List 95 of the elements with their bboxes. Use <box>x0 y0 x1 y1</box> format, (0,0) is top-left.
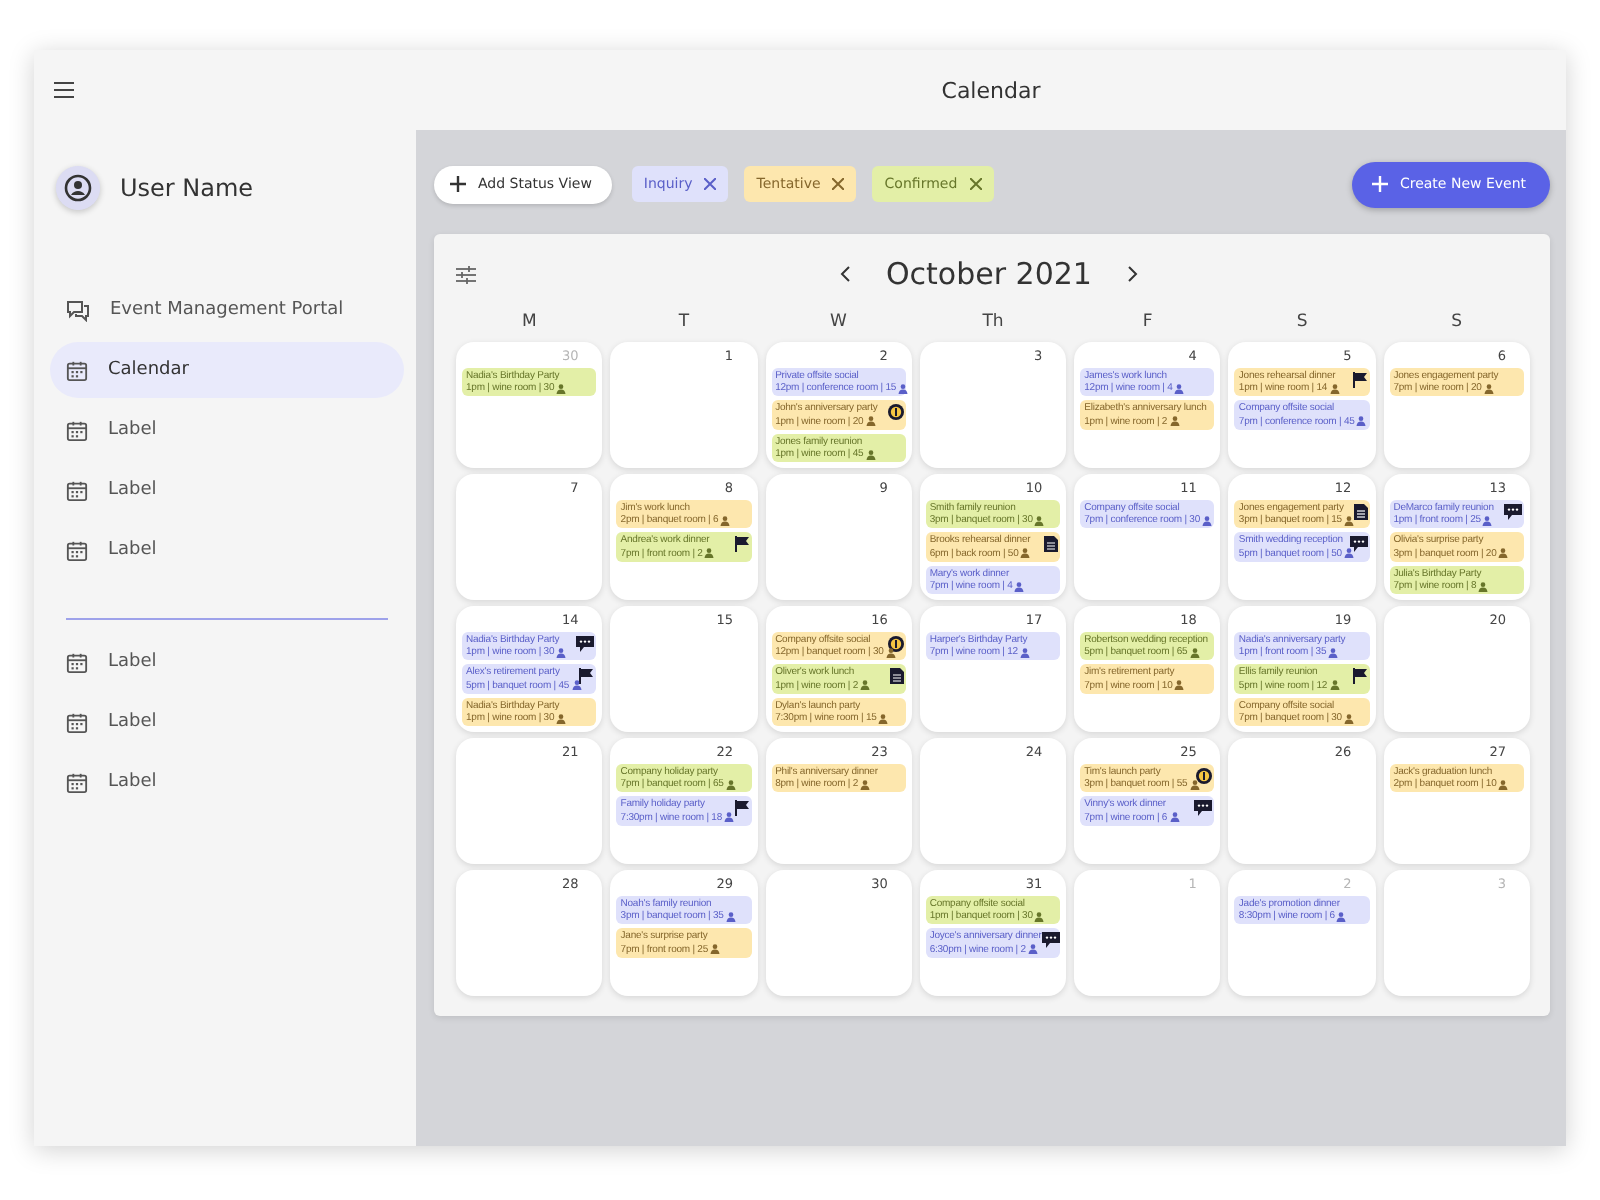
chat-icon <box>66 299 90 321</box>
flag-icon <box>578 667 595 684</box>
person-icon <box>1482 515 1493 526</box>
person-icon <box>725 779 736 790</box>
person-icon <box>720 515 731 526</box>
chat-icon <box>1503 503 1522 519</box>
flag-icon <box>1351 371 1368 387</box>
person-icon <box>1189 779 1200 790</box>
person-icon <box>865 416 876 427</box>
person-icon <box>725 911 736 922</box>
person-icon <box>1201 515 1212 526</box>
previous-month-icon[interactable] <box>840 266 850 282</box>
chat-icon <box>1194 799 1213 816</box>
document-icon <box>1044 535 1059 552</box>
person-icon <box>1027 944 1038 955</box>
next-month-icon[interactable] <box>1127 266 1138 282</box>
filter-settings-icon[interactable] <box>456 265 476 283</box>
document-icon <box>1353 503 1368 519</box>
weekday-label: S <box>1449 312 1465 336</box>
person-icon <box>1498 548 1509 559</box>
person-icon <box>556 713 567 724</box>
user-name: User Name <box>120 174 254 202</box>
calendar-icon <box>66 539 88 561</box>
coin-icon <box>887 635 904 651</box>
calendar-icon <box>66 651 88 673</box>
person-icon <box>1169 416 1180 427</box>
person-icon <box>1336 911 1347 922</box>
person-icon <box>1169 812 1180 823</box>
sidebar-item[interactable]: Label <box>50 462 404 518</box>
sidebar-item[interactable]: Label <box>50 634 404 690</box>
close-icon[interactable] <box>969 178 982 190</box>
person-icon <box>860 779 871 790</box>
chat-icon <box>576 635 595 651</box>
menu-icon[interactable] <box>54 82 74 98</box>
person-icon <box>1329 383 1340 394</box>
person-icon <box>898 383 909 394</box>
person-icon <box>710 944 720 955</box>
weekday-label: M <box>519 312 539 336</box>
person-icon <box>1328 647 1339 658</box>
sidebar-item[interactable]: Label <box>50 402 404 458</box>
person-icon <box>1356 416 1367 427</box>
person-icon <box>556 383 567 394</box>
plus-icon <box>1371 176 1388 192</box>
weekday-label: Th <box>980 312 1006 336</box>
calendar-icon <box>66 711 88 733</box>
person-icon <box>1343 515 1354 526</box>
person-icon <box>865 449 876 460</box>
person-icon <box>1343 548 1354 559</box>
sidebar-item[interactable]: Calendar <box>50 342 404 398</box>
person-icon <box>860 680 871 691</box>
month-title: October 2021 <box>886 256 1092 292</box>
chat-icon <box>1349 535 1368 552</box>
flag-icon <box>1351 667 1368 684</box>
person-icon <box>1498 779 1509 790</box>
calendar-icon <box>66 479 88 501</box>
person-icon <box>1174 383 1185 394</box>
person-icon <box>1483 383 1494 394</box>
weekday-label: T <box>676 312 692 336</box>
weekday-label: F <box>1140 312 1155 336</box>
person-icon <box>885 647 896 658</box>
person-icon <box>1329 680 1340 691</box>
person-icon <box>1019 647 1030 658</box>
close-icon[interactable] <box>704 178 717 190</box>
coin-icon <box>1196 767 1213 783</box>
plus-icon <box>450 176 466 192</box>
person-icon <box>1034 515 1045 526</box>
person-icon <box>1174 680 1185 691</box>
calendar-icon <box>66 359 88 381</box>
person-icon <box>878 713 889 724</box>
person-icon <box>1189 647 1200 658</box>
chat-icon <box>1041 931 1060 948</box>
person-icon <box>1034 911 1045 922</box>
person-icon <box>704 548 715 559</box>
person-icon <box>571 680 582 691</box>
sidebar-item[interactable]: Event Management Portal <box>50 282 404 338</box>
calendar-icon <box>66 771 88 793</box>
weekday-label: W <box>828 312 849 336</box>
weekday-label: S <box>1294 312 1310 336</box>
person-icon <box>1014 581 1025 592</box>
avatar-icon <box>56 166 100 210</box>
page-title: Calendar <box>939 77 1043 103</box>
person-icon <box>1478 581 1489 592</box>
person-icon <box>1343 713 1354 724</box>
person-icon <box>1020 548 1031 559</box>
coin-icon <box>887 403 904 420</box>
calendar-icon <box>66 419 88 441</box>
sidebar-item[interactable]: Label <box>50 694 404 750</box>
document-icon <box>889 667 904 684</box>
sidebar-item[interactable]: Label <box>50 522 404 578</box>
person-icon <box>723 812 734 823</box>
sidebar-item[interactable]: Label <box>50 754 404 810</box>
person-icon <box>556 647 567 658</box>
flag-icon <box>733 535 750 552</box>
flag-icon <box>733 799 750 816</box>
close-icon[interactable] <box>832 178 845 190</box>
